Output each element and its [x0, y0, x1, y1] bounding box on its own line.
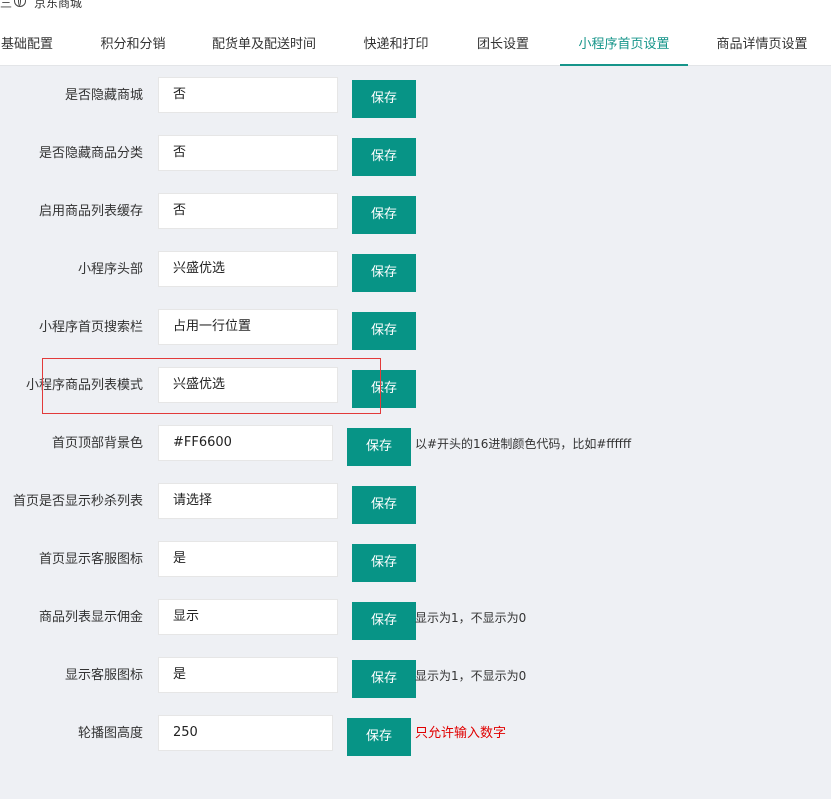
- banner-height-input[interactable]: 250: [158, 715, 333, 751]
- save-button-search-bar[interactable]: 保存: [352, 312, 416, 350]
- tab-points-distribution[interactable]: 积分和分销: [97, 12, 169, 66]
- save-button-hide-category[interactable]: 保存: [352, 138, 416, 176]
- label-banner-height: 轮播图高度: [77, 726, 143, 741]
- list-mode-field[interactable]: 兴盛优选: [158, 367, 338, 403]
- browser-top-strip: 三 京东商城: [0, 0, 831, 12]
- show-commission-field[interactable]: 显示: [158, 599, 338, 635]
- label-show-commission: 商品列表显示佣金: [38, 610, 143, 625]
- label-home-service-icon: 首页显示客服图标: [38, 552, 143, 567]
- save-button-banner-height[interactable]: 保存: [347, 718, 411, 756]
- search-bar-field[interactable]: 占用一行位置: [158, 309, 338, 345]
- save-button-list-cache[interactable]: 保存: [352, 196, 416, 234]
- list-cache-field[interactable]: 否: [158, 193, 338, 229]
- hint-service-icon-values: 显示为1，不显示为0: [415, 669, 527, 683]
- hide-mall-field[interactable]: 否: [158, 77, 338, 113]
- seckill-list-select[interactable]: 请选择: [158, 483, 338, 519]
- label-hide-category: 是否隐藏商品分类: [38, 146, 143, 161]
- label-list-cache: 启用商品列表缓存: [38, 204, 143, 219]
- hint-commission-values: 显示为1，不显示为0: [415, 611, 527, 625]
- tab-express-print[interactable]: 快递和打印: [360, 12, 432, 66]
- save-button-service-icon[interactable]: 保存: [352, 660, 416, 698]
- save-button-top-bg-color[interactable]: 保存: [347, 428, 411, 466]
- tab-basic-config[interactable]: 基础配置: [0, 12, 56, 66]
- globe-icon: [14, 0, 26, 7]
- tab-product-detail[interactable]: 商品详情页设置: [712, 12, 812, 66]
- save-button-list-mode[interactable]: 保存: [352, 370, 416, 408]
- save-button-seckill-list[interactable]: 保存: [352, 486, 416, 524]
- service-icon-field[interactable]: 是: [158, 657, 338, 693]
- tab-leader-settings[interactable]: 团长设置: [474, 12, 532, 66]
- label-miniprogram-header: 小程序头部: [77, 262, 143, 277]
- save-button-show-commission[interactable]: 保存: [352, 602, 416, 640]
- tab-miniprogram-home[interactable]: 小程序首页设置: [560, 12, 688, 66]
- tab-picking-delivery[interactable]: 配货单及配送时间: [207, 12, 321, 66]
- save-button-hide-mall[interactable]: 保存: [352, 80, 416, 118]
- menu-mark: 三: [0, 0, 13, 10]
- label-list-mode: 小程序商品列表模式: [25, 378, 143, 393]
- save-button-miniprogram-header[interactable]: 保存: [352, 254, 416, 292]
- hide-category-field[interactable]: 否: [158, 135, 338, 171]
- label-hide-mall: 是否隐藏商城: [64, 88, 143, 103]
- browser-tab-title[interactable]: 京东商城: [34, 0, 82, 11]
- label-top-bg-color: 首页顶部背景色: [51, 436, 143, 451]
- miniprogram-header-field[interactable]: 兴盛优选: [158, 251, 338, 287]
- home-service-icon-field[interactable]: 是: [158, 541, 338, 577]
- save-button-home-service-icon[interactable]: 保存: [352, 544, 416, 582]
- label-search-bar: 小程序首页搜索栏: [38, 320, 143, 335]
- hint-color-format: 以#开头的16进制颜色代码，比如#ffffff: [415, 437, 632, 451]
- label-seckill-list: 首页是否显示秒杀列表: [12, 494, 143, 509]
- settings-tab-bar: 基础配置 积分和分销 配货单及配送时间 快递和打印 团长设置 小程序首页设置 商…: [0, 12, 831, 66]
- label-service-icon: 显示客服图标: [64, 668, 143, 683]
- hint-numbers-only: 只允许输入数字: [415, 726, 507, 741]
- top-bg-color-input[interactable]: #FF6600: [158, 425, 333, 461]
